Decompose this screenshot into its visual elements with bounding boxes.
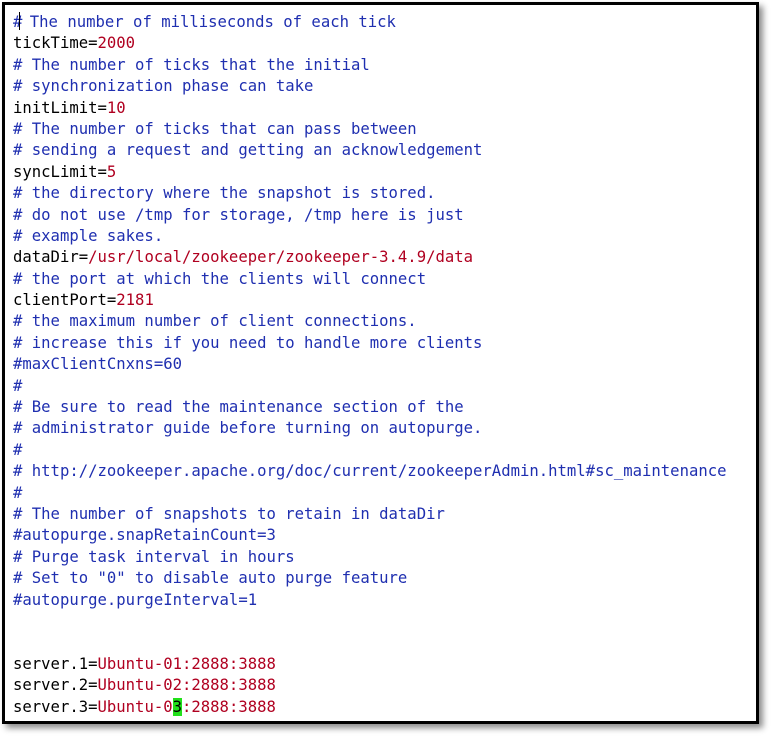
comment-line[interactable]: # The number of snapshots to retain in d… bbox=[13, 504, 756, 525]
comment-line[interactable]: # Set to "0" to disable auto purge featu… bbox=[13, 568, 756, 589]
block-cursor: 3 bbox=[172, 697, 182, 716]
comment-text: # do not use /tmp for storage, /tmp here… bbox=[13, 205, 464, 224]
comment-text: # the directory where the snapshot is st… bbox=[13, 184, 436, 203]
comment-line[interactable]: # example sakes. bbox=[13, 226, 756, 247]
comment-line[interactable]: # bbox=[13, 483, 756, 504]
config-line[interactable]: dataDir=/usr/local/zookeeper/zookeeper-3… bbox=[13, 247, 756, 268]
comment-line[interactable]: #maxClientCnxns=60 bbox=[13, 354, 756, 375]
blank-line[interactable] bbox=[13, 611, 756, 632]
comment-text: # the port at which the clients will con… bbox=[13, 269, 427, 288]
config-line[interactable]: initLimit=10 bbox=[13, 98, 756, 119]
comment-line[interactable]: # The number of ticks that can pass betw… bbox=[13, 119, 756, 140]
config-value: Ubuntu-02:2888:3888 bbox=[97, 676, 276, 695]
comment-line[interactable]: # the maximum number of client connectio… bbox=[13, 311, 756, 332]
comment-text: # example sakes. bbox=[13, 226, 164, 245]
config-key: syncLimit= bbox=[13, 162, 107, 181]
comment-text: # The number of ticks that can pass betw… bbox=[13, 119, 417, 138]
comment-text: #maxClientCnxns=60 bbox=[13, 355, 182, 374]
blank-line[interactable] bbox=[13, 632, 756, 653]
config-key: server.1= bbox=[13, 654, 98, 673]
config-key: clientPort= bbox=[13, 291, 117, 310]
comment-line[interactable]: #autopurge.snapRetainCount=3 bbox=[13, 525, 756, 546]
comment-line[interactable]: # sending a request and getting an ackno… bbox=[13, 140, 756, 161]
comment-text: # The number of ticks that the initial bbox=[13, 55, 370, 74]
config-line[interactable]: server.2=Ubuntu-02:2888:3888 bbox=[13, 675, 756, 696]
config-key: tickTime= bbox=[13, 34, 98, 53]
comment-line[interactable]: # The number of milliseconds of each tic… bbox=[13, 12, 756, 33]
comment-text: # increase this if you need to handle mo… bbox=[13, 333, 483, 352]
comment-text: # synchronization phase can take bbox=[13, 77, 314, 96]
comment-text: # Purge task interval in hours bbox=[13, 547, 295, 566]
config-line[interactable]: tickTime=2000 bbox=[13, 33, 756, 54]
config-value: /usr/local/zookeeper/zookeeper-3.4.9/dat… bbox=[88, 248, 474, 267]
config-value-tail: :2888:3888 bbox=[182, 697, 276, 716]
config-value: 2181 bbox=[116, 291, 154, 310]
comment-line[interactable]: # administrator guide before turning on … bbox=[13, 418, 756, 439]
comment-text: # sending a request and getting an ackno… bbox=[13, 141, 483, 160]
config-value: 2000 bbox=[97, 34, 136, 53]
comment-line[interactable]: # do not use /tmp for storage, /tmp here… bbox=[13, 205, 756, 226]
comment-line[interactable]: # http://zookeeper.apache.org/doc/curren… bbox=[13, 461, 756, 482]
comment-line[interactable]: # increase this if you need to handle mo… bbox=[13, 333, 756, 354]
config-value: Ubuntu-0 bbox=[97, 697, 173, 716]
comment-line[interactable]: #autopurge.purgeInterval=1 bbox=[13, 590, 756, 611]
comment-line[interactable]: # bbox=[13, 376, 756, 397]
comment-line[interactable]: # The number of ticks that the initial bbox=[13, 55, 756, 76]
comment-text: # administrator guide before turning on … bbox=[13, 419, 483, 438]
comment-text: # bbox=[13, 376, 23, 395]
config-value: 5 bbox=[106, 162, 117, 181]
config-key: server.3= bbox=[13, 697, 98, 716]
comment-text: #autopurge.purgeInterval=1 bbox=[13, 590, 258, 609]
editor-window: # The number of milliseconds of each tic… bbox=[2, 2, 759, 724]
comment-text: # the maximum number of client connectio… bbox=[13, 312, 417, 331]
comment-text: # bbox=[13, 440, 23, 459]
config-line[interactable]: server.1=Ubuntu-01:2888:3888 bbox=[13, 654, 756, 675]
config-key: initLimit= bbox=[13, 98, 107, 117]
comment-text: # The number of milliseconds of each tic… bbox=[13, 12, 396, 31]
config-line[interactable]: server.3=Ubuntu-03:2888:3888 bbox=[13, 697, 756, 718]
comment-text: # The number of snapshots to retain in d… bbox=[13, 504, 445, 523]
text-editor[interactable]: # The number of milliseconds of each tic… bbox=[13, 12, 756, 718]
comment-text: # Be sure to read the maintenance sectio… bbox=[13, 398, 464, 417]
comment-text: # bbox=[13, 483, 23, 502]
config-line[interactable]: syncLimit=5 bbox=[13, 162, 756, 183]
comment-text: # http://zookeeper.apache.org/doc/curren… bbox=[13, 462, 727, 481]
comment-line[interactable]: # synchronization phase can take bbox=[13, 76, 756, 97]
config-line[interactable]: clientPort=2181 bbox=[13, 290, 756, 311]
comment-rest: The number of milliseconds of each tick bbox=[20, 13, 396, 31]
config-key: server.2= bbox=[13, 676, 98, 695]
config-key: dataDir= bbox=[13, 248, 89, 267]
comment-text: #autopurge.snapRetainCount=3 bbox=[13, 526, 276, 545]
comment-line[interactable]: # Purge task interval in hours bbox=[13, 547, 756, 568]
comment-line[interactable]: # Be sure to read the maintenance sectio… bbox=[13, 397, 756, 418]
comment-line[interactable]: # the directory where the snapshot is st… bbox=[13, 183, 756, 204]
comment-line[interactable]: # bbox=[13, 440, 756, 461]
comment-line[interactable]: # the port at which the clients will con… bbox=[13, 269, 756, 290]
comment-text: # Set to "0" to disable auto purge featu… bbox=[13, 569, 408, 588]
config-value: 10 bbox=[106, 98, 126, 117]
config-value: Ubuntu-01:2888:3888 bbox=[97, 654, 276, 673]
